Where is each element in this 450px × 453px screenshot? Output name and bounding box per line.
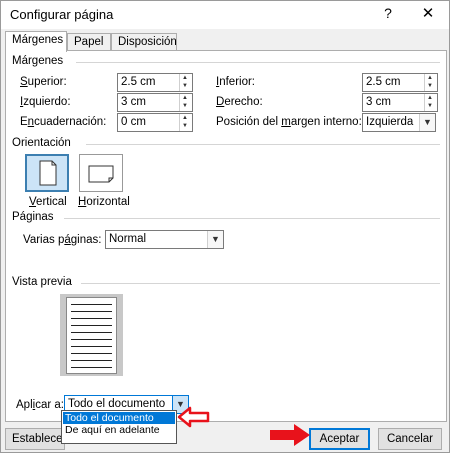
spin-down-icon[interactable]: ▼	[182, 122, 188, 130]
gutter-label: Encuadernación:	[20, 116, 107, 128]
divider	[86, 144, 440, 145]
tab-paper[interactable]: Papel	[67, 33, 111, 51]
apply-to-value: Todo el documento	[68, 398, 166, 410]
bottom-margin-label: Inferior:	[216, 76, 255, 88]
right-margin-spinner[interactable]: 3 cm ▲ ▼	[362, 93, 438, 112]
left-margin-value: 3 cm	[121, 96, 146, 108]
multiple-pages-label: Varias páginas:	[23, 234, 102, 246]
left-arrow-annotation-icon	[177, 406, 210, 428]
bottom-margin-value: 2.5 cm	[366, 76, 401, 88]
apply-to-label: Aplicar a:	[16, 399, 64, 411]
margins-panel: Márgenes Superior: 2.5 cm ▲ ▼ Izquierdo: …	[5, 50, 447, 422]
set-default-button[interactable]: Establecer c	[5, 428, 65, 450]
landscape-label: Horizontal	[78, 196, 130, 208]
gutter-position-select[interactable]: Izquierda ▼	[362, 113, 436, 132]
multiple-pages-value: Normal	[109, 233, 147, 245]
right-arrow-annotation-icon	[270, 424, 310, 446]
divider	[81, 283, 440, 284]
tab-margins[interactable]: Márgenes	[5, 31, 67, 52]
accept-button[interactable]: Aceptar	[309, 428, 370, 450]
spin-up-icon[interactable]: ▲	[182, 94, 188, 102]
spin-down-icon[interactable]: ▼	[182, 102, 188, 110]
gutter-position-label: Posición del margen interno:	[216, 116, 362, 128]
pages-heading: Páginas	[12, 211, 58, 223]
preview-heading: Vista previa	[12, 276, 76, 288]
orientation-heading: Orientación	[12, 137, 75, 149]
spin-up-icon[interactable]: ▲	[182, 114, 188, 122]
top-margin-value: 2.5 cm	[121, 76, 156, 88]
landscape-option[interactable]	[79, 154, 123, 192]
left-margin-spinner[interactable]: 3 cm ▲ ▼	[117, 93, 193, 112]
divider	[64, 218, 440, 219]
preview-page	[66, 297, 117, 374]
title-bar: Configurar página ? ✕	[1, 1, 449, 29]
tab-layout[interactable]: Disposición	[111, 33, 177, 51]
landscape-page-icon	[88, 165, 114, 183]
apply-to-dropdown-list: Todo el documento De aquí en adelante	[61, 410, 177, 444]
page-setup-dialog: Configurar página ? ✕ Márgenes Papel Dis…	[0, 0, 450, 453]
bottom-margin-spinner[interactable]: 2.5 cm ▲ ▼	[362, 73, 438, 92]
option-whole-document[interactable]: Todo el documento	[63, 412, 175, 424]
chevron-down-icon[interactable]: ▼	[207, 231, 223, 248]
gutter-spinner[interactable]: 0 cm ▲ ▼	[117, 113, 193, 132]
portrait-label: Vertical	[29, 196, 67, 208]
option-from-here[interactable]: De aquí en adelante	[63, 424, 175, 436]
spin-up-icon[interactable]: ▲	[427, 74, 433, 82]
chevron-down-icon[interactable]: ▼	[419, 114, 435, 131]
divider	[76, 62, 440, 63]
portrait-page-icon	[39, 160, 57, 186]
dialog-title: Configurar página	[10, 7, 114, 22]
gutter-position-value: Izquierda	[366, 116, 414, 128]
left-margin-label: Izquierdo:	[20, 96, 71, 108]
page-preview	[60, 294, 123, 376]
spin-down-icon[interactable]: ▼	[427, 102, 433, 110]
right-margin-value: 3 cm	[366, 96, 391, 108]
spin-down-icon[interactable]: ▼	[427, 82, 433, 90]
close-button[interactable]: ✕	[417, 4, 439, 26]
right-margin-label: Derecho:	[216, 96, 263, 108]
top-margin-label: Superior:	[20, 76, 67, 88]
margins-heading: Márgenes	[12, 55, 68, 67]
multiple-pages-select[interactable]: Normal ▼	[105, 230, 224, 249]
spin-up-icon[interactable]: ▲	[182, 74, 188, 82]
spin-down-icon[interactable]: ▼	[182, 82, 188, 90]
portrait-option[interactable]	[25, 154, 69, 192]
help-button[interactable]: ?	[379, 5, 397, 25]
spin-up-icon[interactable]: ▲	[427, 94, 433, 102]
top-margin-spinner[interactable]: 2.5 cm ▲ ▼	[117, 73, 193, 92]
gutter-value: 0 cm	[121, 116, 146, 128]
cancel-button[interactable]: Cancelar	[378, 428, 442, 450]
